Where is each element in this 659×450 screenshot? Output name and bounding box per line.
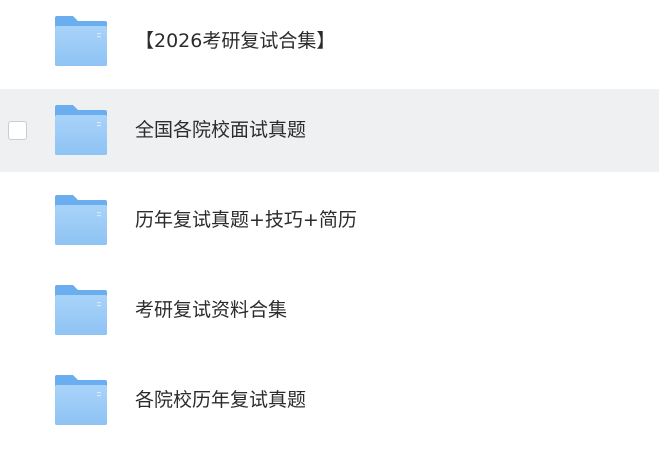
folder-row[interactable]: 各院校历年复试真题 [0, 359, 659, 442]
folder-name[interactable]: 历年复试真题+技巧+简历 [135, 179, 357, 262]
folder-row[interactable]: 全国各院校面试真题 [0, 89, 659, 172]
row-checkbox[interactable] [8, 121, 27, 140]
folder-name[interactable]: 【2026考研复试合集】 [135, 0, 335, 83]
folder-icon [53, 283, 109, 337]
folder-icon [53, 193, 109, 247]
folder-icon [53, 14, 109, 68]
folder-row[interactable]: 历年复试真题+技巧+简历 [0, 179, 659, 262]
folder-name[interactable]: 各院校历年复试真题 [135, 359, 306, 442]
folder-icon [53, 103, 109, 157]
file-list: 【2026考研复试合集】 全国各院校面试真题 历年复试真题+技巧+简历 考研复试… [0, 0, 659, 450]
folder-row[interactable]: 【2026考研复试合集】 [0, 0, 659, 83]
folder-name[interactable]: 全国各院校面试真题 [135, 89, 306, 172]
folder-row[interactable]: 考研复试资料合集 [0, 269, 659, 352]
folder-icon [53, 373, 109, 427]
folder-name[interactable]: 考研复试资料合集 [135, 269, 287, 352]
